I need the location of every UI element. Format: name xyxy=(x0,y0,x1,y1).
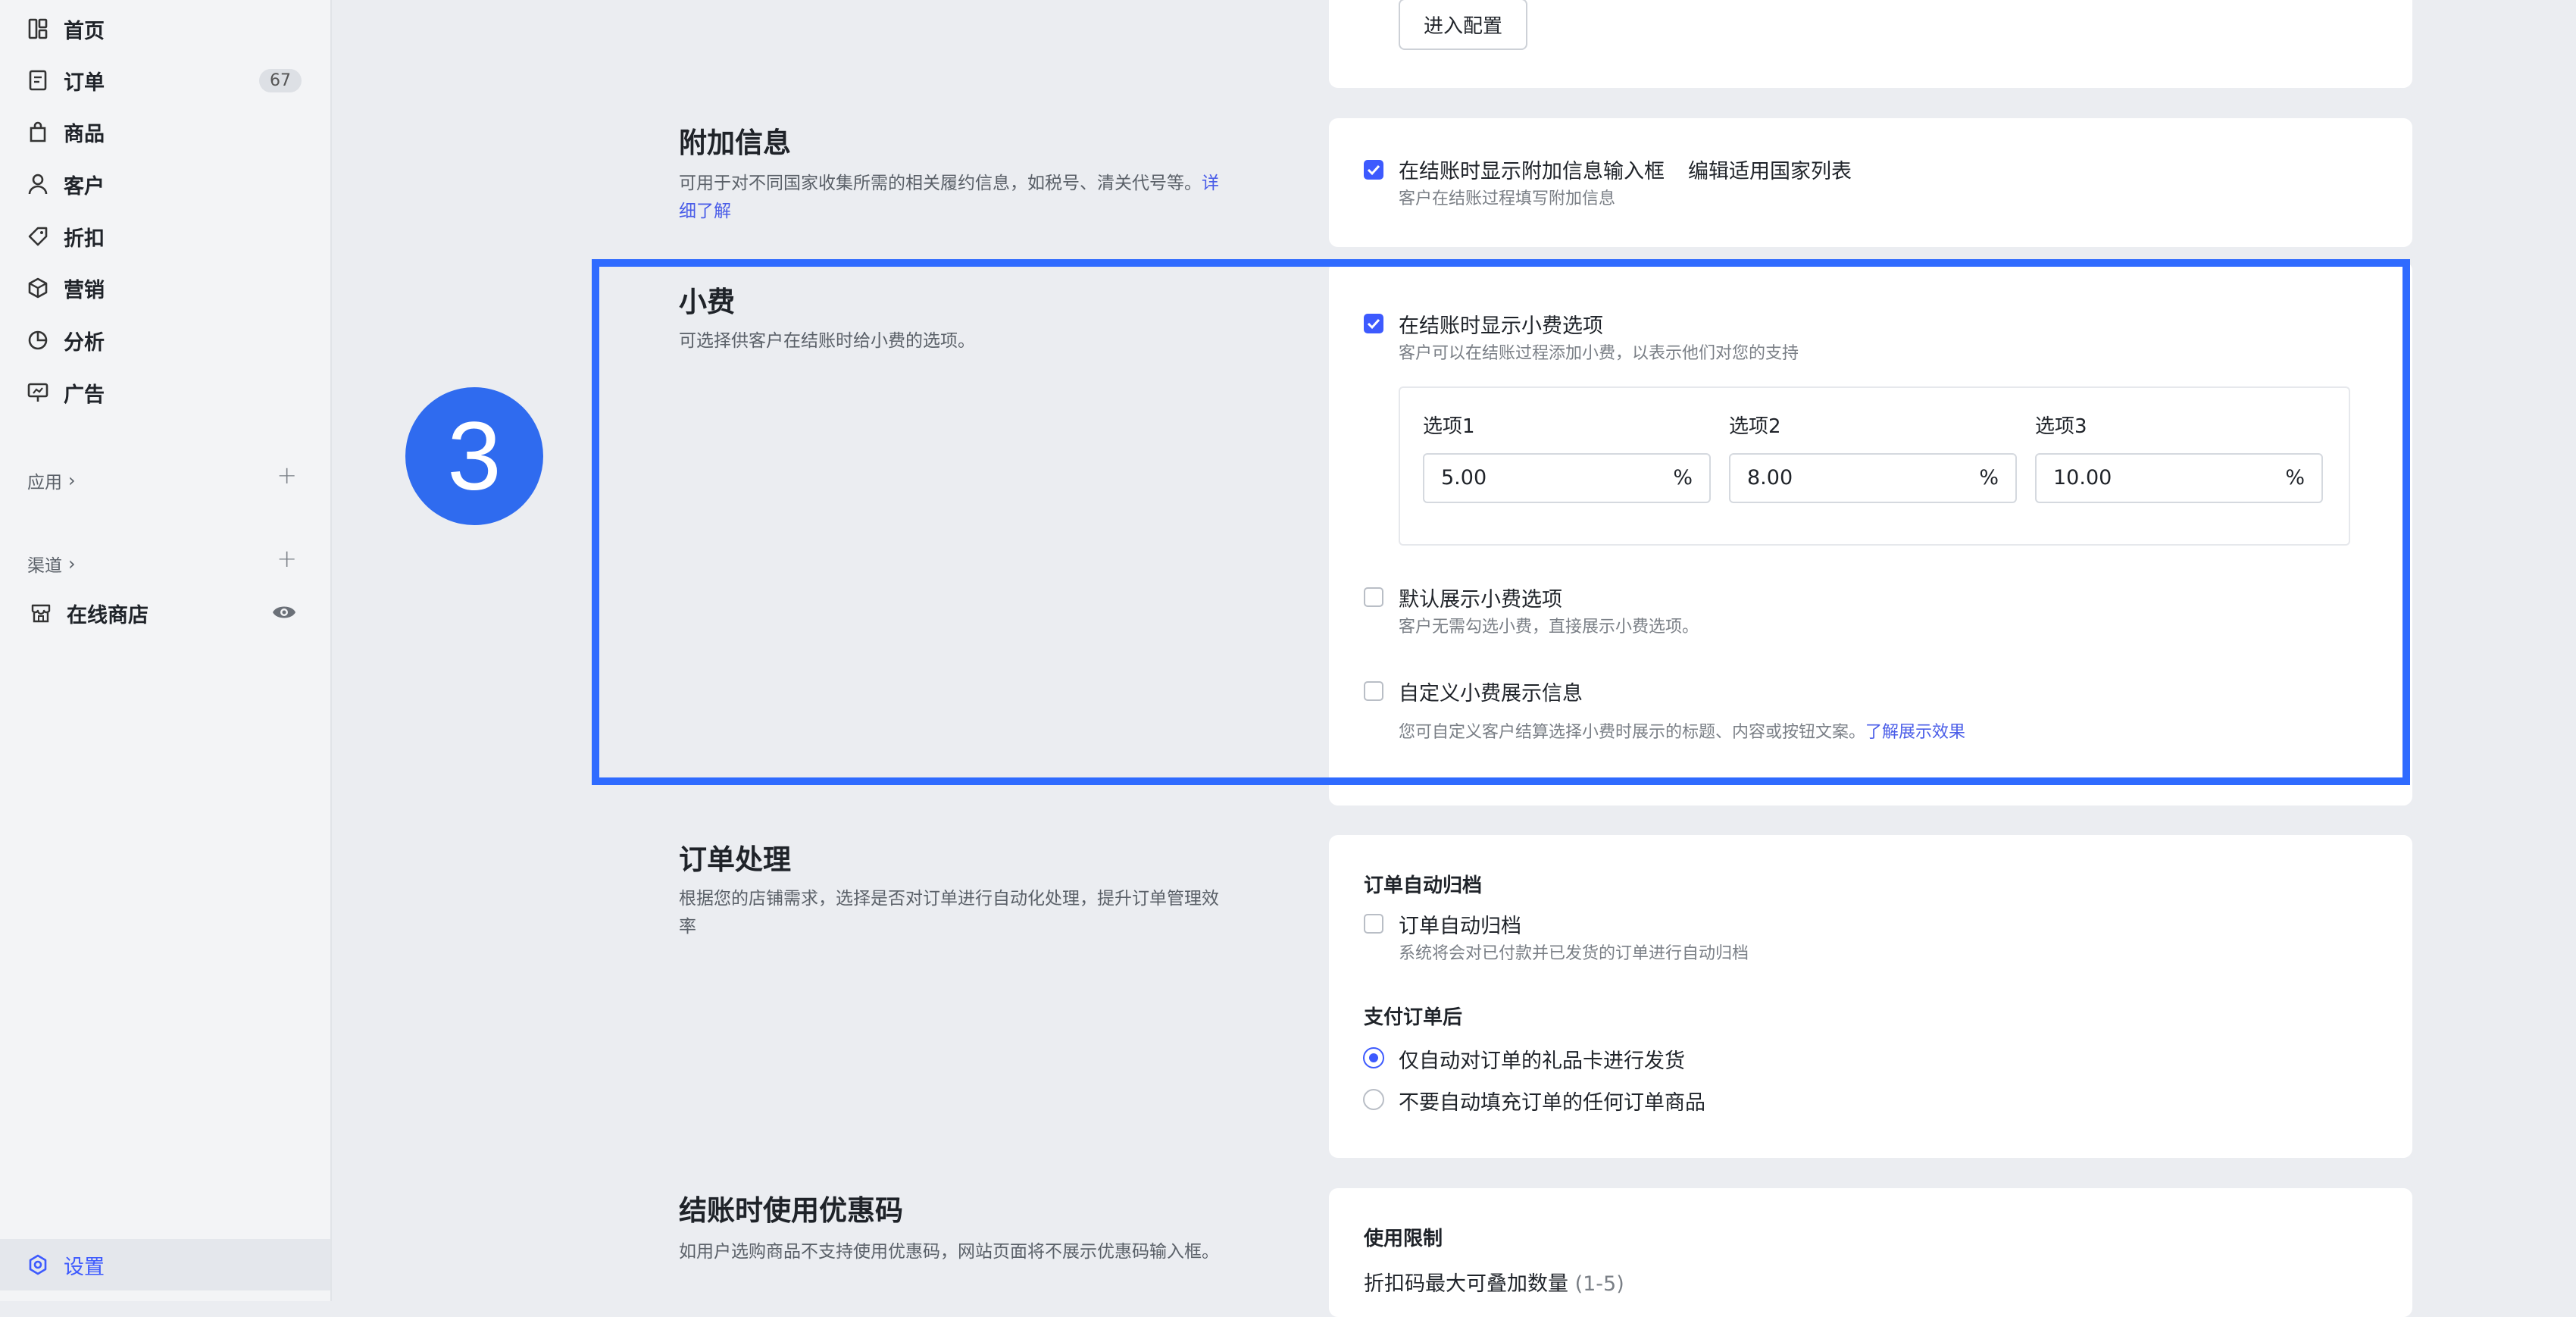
add-app-button[interactable]: + xyxy=(277,461,297,490)
user-icon xyxy=(26,172,50,196)
enter-config-button[interactable]: 进入配置 xyxy=(1399,0,1527,50)
auto-archive-sub: 系统将会对已付款并已发货的订单进行自动归档 xyxy=(1399,944,1749,963)
sidebar-item-label: 广告 xyxy=(64,383,105,407)
archive-heading: 订单自动归档 xyxy=(1364,874,1483,897)
sidebar-item-label: 商品 xyxy=(64,122,105,146)
sidebar-item-marketing[interactable]: 营销 xyxy=(0,262,330,314)
auto-archive-checkbox[interactable] xyxy=(1364,914,1383,934)
sidebar-item-customers[interactable]: 客户 xyxy=(0,158,330,210)
stack-limit-range: (1-5) xyxy=(1574,1272,1624,1296)
sidebar-item-discounts[interactable]: 折扣 xyxy=(0,211,330,262)
dashboard-icon xyxy=(26,17,50,41)
sidebar-item-orders[interactable]: 订单 67 xyxy=(0,55,330,106)
bag-icon xyxy=(26,120,50,144)
settings-icon xyxy=(26,1253,50,1277)
highlight-frame xyxy=(592,259,2410,785)
sidebar-item-settings[interactable]: 设置 xyxy=(0,1239,330,1290)
edit-country-list-link[interactable]: 编辑适用国家列表 xyxy=(1688,155,1852,184)
sidebar-item-label: 客户 xyxy=(64,174,105,199)
additional-info-sub: 客户在结账过程填写附加信息 xyxy=(1399,189,1616,208)
pie-chart-icon xyxy=(26,328,50,352)
sidebar-item-online-store[interactable]: 在线商店 xyxy=(0,587,330,639)
eye-icon[interactable] xyxy=(271,602,297,625)
additional-info-title: 附加信息 xyxy=(679,127,791,159)
usage-limit-heading: 使用限制 xyxy=(1364,1228,1443,1250)
sidebar-item-label: 折扣 xyxy=(64,227,105,251)
additional-info-card: 在结账时显示附加信息输入框 编辑适用国家列表 客户在结账过程填写附加信息 xyxy=(1329,118,2412,247)
chevron-right-icon: › xyxy=(68,553,76,574)
additional-info-desc: 可用于对不同国家收集所需的相关履约信息，如税号、清关代号等。详细了解 xyxy=(679,170,1224,226)
coupon-card: 使用限制 折扣码最大可叠加数量 (1-5) xyxy=(1329,1188,2412,1317)
order-icon xyxy=(26,68,50,92)
chevron-right-icon: › xyxy=(68,470,76,491)
stack-limit-label: 折扣码最大可叠加数量 (1-5) xyxy=(1364,1267,1624,1297)
order-processing-desc: 根据您的店铺需求，选择是否对订单进行自动化处理，提升订单管理效率 xyxy=(679,889,1219,937)
sidebar-item-label: 设置 xyxy=(64,1255,105,1279)
sidebar-item-ads[interactable]: 广告 xyxy=(0,367,330,418)
order-processing-card: 订单自动归档 订单自动归档 系统将会对已付款并已发货的订单进行自动归档 支付订单… xyxy=(1329,835,2412,1158)
sidebar-item-label: 订单 xyxy=(64,70,105,95)
sidebar-item-label: 营销 xyxy=(64,278,105,302)
sidebar: 首页 订单 67 商品 客户 折扣 营销 分析 广告 应用 › + 渠道 › +… xyxy=(0,0,332,1301)
apps-section-toggle[interactable]: 应用 › xyxy=(27,468,76,493)
auto-archive-label: 订单自动归档 xyxy=(1399,915,1521,938)
sidebar-item-label: 分析 xyxy=(64,330,105,355)
coupon-title: 结账时使用优惠码 xyxy=(679,1194,903,1227)
sidebar-item-analytics[interactable]: 分析 xyxy=(0,314,330,366)
gift-card-only-label: 仅自动对订单的礼品卡进行发货 xyxy=(1399,1050,1685,1073)
desc-text: 可用于对不同国家收集所需的相关履约信息，如税号、清关代号等。 xyxy=(679,174,1202,193)
after-pay-heading: 支付订单后 xyxy=(1364,1006,1463,1029)
store-icon xyxy=(29,601,53,625)
show-additional-info-label: 在结账时显示附加信息输入框 xyxy=(1399,160,1665,183)
channels-section-toggle[interactable]: 渠道 › xyxy=(27,551,76,577)
gift-card-only-radio[interactable] xyxy=(1363,1047,1384,1068)
sidebar-item-label: 在线商店 xyxy=(67,603,148,627)
channels-section-label: 渠道 xyxy=(27,556,62,576)
order-processing-title: 订单处理 xyxy=(679,843,791,876)
sidebar-item-home[interactable]: 首页 xyxy=(0,3,330,55)
step-number-badge: 3 xyxy=(405,387,543,525)
tag-icon xyxy=(26,224,50,249)
order-count-badge: 67 xyxy=(259,68,302,92)
add-channel-button[interactable]: + xyxy=(277,544,297,573)
no-auto-fulfill-radio[interactable] xyxy=(1363,1089,1384,1110)
no-auto-fulfill-label: 不要自动填充订单的任何订单商品 xyxy=(1399,1091,1705,1115)
sidebar-item-products[interactable]: 商品 xyxy=(0,106,330,158)
show-additional-info-checkbox[interactable] xyxy=(1364,160,1383,180)
box-icon xyxy=(26,276,50,300)
apps-section-label: 应用 xyxy=(27,473,62,493)
config-card: 进入配置 xyxy=(1329,0,2412,88)
coupon-desc: 如用户选购商品不支持使用优惠码，网站页面将不展示优惠码输入框。 xyxy=(679,1242,1219,1262)
sidebar-item-label: 首页 xyxy=(64,19,105,43)
stack-limit-text: 折扣码最大可叠加数量 xyxy=(1364,1272,1568,1296)
billboard-icon xyxy=(26,380,50,405)
